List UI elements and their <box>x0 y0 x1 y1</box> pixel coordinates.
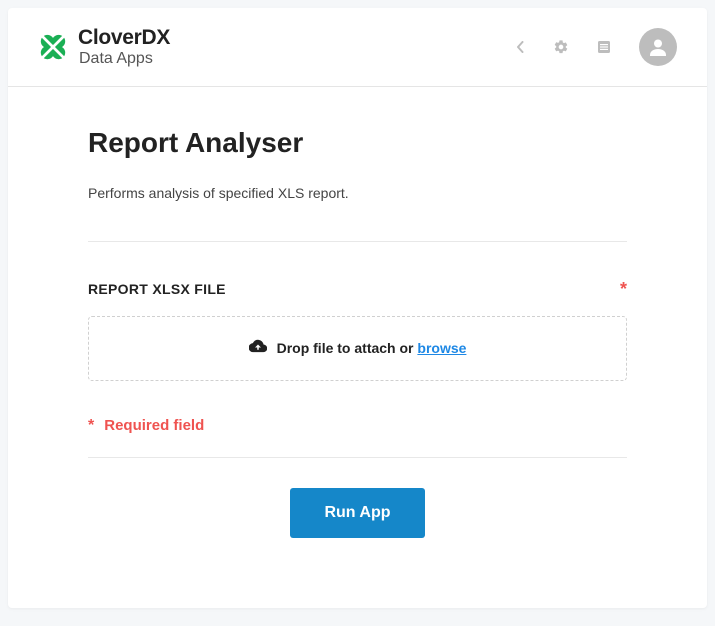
brand-sub: Data Apps <box>79 50 170 68</box>
divider <box>88 457 627 458</box>
divider <box>88 241 627 242</box>
file-field-header: REPORT XLSX FILE * <box>88 280 627 298</box>
dropzone-label: Drop file to attach or <box>277 340 418 356</box>
back-icon[interactable] <box>515 41 525 53</box>
brand-main: CloverDX <box>78 26 170 49</box>
clover-logo-icon <box>38 32 68 62</box>
dropzone-text: Drop file to attach or browse <box>277 340 467 356</box>
main-content: Report Analyser Performs analysis of spe… <box>8 87 707 568</box>
required-note-text: Required field <box>104 417 204 434</box>
page-description: Performs analysis of specified XLS repor… <box>88 185 627 201</box>
avatar-icon[interactable] <box>639 28 677 66</box>
brand-block: CloverDX Data Apps <box>38 26 170 68</box>
brand-text: CloverDX Data Apps <box>78 26 170 68</box>
cloud-upload-icon <box>249 339 267 358</box>
browse-link[interactable]: browse <box>417 340 466 356</box>
asterisk-icon: * <box>88 417 94 435</box>
list-icon[interactable] <box>597 40 611 54</box>
header-actions <box>515 28 677 66</box>
page-title: Report Analyser <box>88 127 627 159</box>
app-header: CloverDX Data Apps <box>8 8 707 87</box>
action-row: Run App <box>88 488 627 538</box>
gear-icon[interactable] <box>553 39 569 55</box>
required-field-note: * Required field <box>88 417 627 435</box>
file-field-label: REPORT XLSX FILE <box>88 281 226 297</box>
file-dropzone[interactable]: Drop file to attach or browse <box>88 316 627 381</box>
required-asterisk-icon: * <box>620 280 627 298</box>
run-app-button[interactable]: Run App <box>290 488 424 538</box>
